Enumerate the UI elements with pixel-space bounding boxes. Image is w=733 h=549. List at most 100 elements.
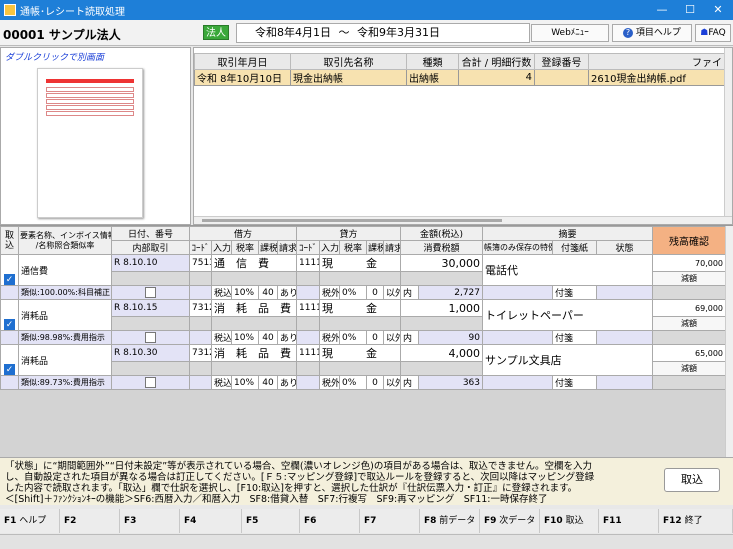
journal-row[interactable]: ✓消耗品R 8.10.157312消 耗 品 費1111現 金1,000トイレッ… xyxy=(0,299,727,331)
credit-taxcls[interactable]: 0 xyxy=(366,375,384,390)
internal-checkbox[interactable] xyxy=(111,330,190,345)
fkey-f2[interactable]: F2 xyxy=(60,509,120,533)
journal-row[interactable]: ✓消耗品R 8.10.307312消 耗 品 費1111現 金4,000サンプル… xyxy=(0,344,727,376)
fkey-f5[interactable]: F5 xyxy=(242,509,300,533)
debit-taxrate[interactable]: 10% xyxy=(231,375,259,390)
debit-input[interactable]: 税込 xyxy=(211,330,232,345)
maximize-button[interactable]: ☐ xyxy=(675,0,705,20)
credit-taxrate[interactable]: 0% xyxy=(339,285,367,300)
debit-code[interactable]: 7513 xyxy=(189,254,212,272)
credit-taxcls[interactable]: 0 xyxy=(366,330,384,345)
credit-bill[interactable]: 以外 xyxy=(383,375,401,390)
credit-input[interactable]: 税外 xyxy=(319,285,340,300)
tax-amount[interactable]: 90 xyxy=(418,330,483,345)
journal-grid[interactable]: 取込 要素名称、インボイス情報/名称照合類似率 日付、番号 借方 貸方 金額(税… xyxy=(0,225,733,457)
summary[interactable]: トイレットペーパー xyxy=(481,299,654,331)
debit-code[interactable]: 7312 xyxy=(189,299,212,317)
element-name[interactable]: 通信費 xyxy=(18,254,112,286)
journal-row-tax[interactable]: 類似:89.73%:費用指示 税込10%40あり 税外0%0以外内363 付箋 xyxy=(0,375,727,390)
debit-input[interactable]: 税込 xyxy=(211,375,232,390)
credit-taxrate[interactable]: 0% xyxy=(339,330,367,345)
document-list[interactable]: 取引年月日 取引先名称 種類 合計 / 明細行数 登録番号 ファイ 令和 8年1… xyxy=(193,47,733,225)
import-button[interactable]: 取込 xyxy=(664,468,720,492)
fkey-f8[interactable]: F8 前データ xyxy=(420,509,480,533)
debit-taxcls[interactable]: 40 xyxy=(258,285,278,300)
col-file[interactable]: ファイ xyxy=(588,53,725,70)
tag-label[interactable]: 付箋 xyxy=(552,330,597,345)
col-reg-no[interactable]: 登録番号 xyxy=(534,53,589,70)
tax-inclusive[interactable]: 内 xyxy=(400,375,419,390)
credit-input[interactable]: 税外 xyxy=(319,375,340,390)
amount[interactable]: 4,000 xyxy=(400,344,483,362)
special-rule[interactable] xyxy=(482,330,553,345)
credit-code[interactable]: 1111 xyxy=(296,344,320,362)
credit-account[interactable]: 現 金 xyxy=(319,254,401,272)
list-vertical-scrollbar[interactable] xyxy=(724,48,732,216)
credit-input[interactable]: 税外 xyxy=(319,330,340,345)
tax-amount[interactable]: 2,727 xyxy=(418,285,483,300)
credit-code[interactable]: 1111 xyxy=(296,254,320,272)
debit-input[interactable]: 税込 xyxy=(211,285,232,300)
credit-account[interactable]: 現 金 xyxy=(319,299,401,317)
col-count[interactable]: 合計 / 明細行数 xyxy=(458,53,535,70)
credit-code[interactable]: 1111 xyxy=(296,299,320,317)
amount[interactable]: 1,000 xyxy=(400,299,483,317)
debit-account[interactable]: 消 耗 品 費 xyxy=(211,299,297,317)
import-checkbox[interactable]: ✓ xyxy=(0,254,19,286)
tag-label[interactable]: 付箋 xyxy=(552,285,597,300)
fkey-f7[interactable]: F7 xyxy=(360,509,420,533)
col-kind[interactable]: 種類 xyxy=(406,53,459,70)
scroll-thumb[interactable] xyxy=(202,219,502,222)
journal-row-tax[interactable]: 類似:98.98%:費用指示 税込10%40あり 税外0%0以外内90 付箋 xyxy=(0,330,727,345)
debit-bill[interactable]: あり xyxy=(277,330,297,345)
tax-inclusive[interactable]: 内 xyxy=(400,285,419,300)
credit-taxcls[interactable]: 0 xyxy=(366,285,384,300)
help-button[interactable]: ? 項目ヘルプ xyxy=(612,24,692,42)
fkey-f6[interactable]: F6 xyxy=(300,509,360,533)
internal-checkbox[interactable] xyxy=(111,285,190,300)
fkey-f11[interactable]: F11 xyxy=(599,509,659,533)
fkey-f4[interactable]: F4 xyxy=(180,509,242,533)
debit-bill[interactable]: あり xyxy=(277,375,297,390)
close-button[interactable]: ✕ xyxy=(703,0,733,20)
entry-date[interactable]: R 8.10.15 xyxy=(111,299,190,317)
credit-bill[interactable]: 以外 xyxy=(383,285,401,300)
credit-bill[interactable]: 以外 xyxy=(383,330,401,345)
fkey-f10[interactable]: F10 取込 xyxy=(540,509,599,533)
tax-amount[interactable]: 363 xyxy=(418,375,483,390)
journal-row[interactable]: ✓通信費R 8.10.107513通 信 費1111現 金30,000電話代70… xyxy=(0,254,727,286)
debit-taxcls[interactable]: 40 xyxy=(258,375,278,390)
journal-row-tax[interactable]: 類似:100.00%:科目補正 税込10%40あり 税外0%0以外内2,727 付箋 xyxy=(0,285,727,300)
tax-inclusive[interactable]: 内 xyxy=(400,330,419,345)
reduce-button[interactable]: 減額 xyxy=(652,271,727,286)
fkey-f9[interactable]: F9 次データ xyxy=(480,509,540,533)
internal-checkbox[interactable] xyxy=(111,375,190,390)
fkey-f12[interactable]: F12 終了 xyxy=(659,509,733,533)
summary[interactable]: サンプル文具店 xyxy=(481,344,654,376)
col-partner[interactable]: 取引先名称 xyxy=(290,53,407,70)
fkey-f1[interactable]: F1 ヘルプ xyxy=(0,509,60,533)
col-date[interactable]: 取引年月日 xyxy=(194,53,291,70)
col-balance-check[interactable]: 残高確認 xyxy=(652,226,727,255)
faq-button[interactable]: ☗FAQ xyxy=(695,24,731,42)
document-preview[interactable]: ダブルクリックで別画面 xyxy=(0,47,191,225)
debit-taxrate[interactable]: 10% xyxy=(231,285,259,300)
tag-label[interactable]: 付箋 xyxy=(552,375,597,390)
element-name[interactable]: 消耗品 xyxy=(18,299,112,331)
debit-taxcls[interactable]: 40 xyxy=(258,330,278,345)
summary[interactable]: 電話代 xyxy=(481,254,654,286)
reduce-button[interactable]: 減額 xyxy=(652,316,727,331)
credit-account[interactable]: 現 金 xyxy=(319,344,401,362)
special-rule[interactable] xyxy=(482,375,553,390)
reduce-button[interactable]: 減額 xyxy=(652,361,727,376)
list-horizontal-scrollbar[interactable] xyxy=(194,216,732,224)
document-thumbnail[interactable] xyxy=(37,68,143,218)
web-menu-button[interactable]: Webﾒﾆｭｰ xyxy=(531,24,609,42)
debit-account[interactable]: 通 信 費 xyxy=(211,254,297,272)
entry-date[interactable]: R 8.10.30 xyxy=(111,344,190,362)
debit-account[interactable]: 消 耗 品 費 xyxy=(211,344,297,362)
minimize-button[interactable]: — xyxy=(647,0,677,20)
credit-taxrate[interactable]: 0% xyxy=(339,375,367,390)
list-row[interactable]: 令和 8年10月10日 現金出納帳 出納帳 4 2610現金出納帳.pdf xyxy=(194,69,725,86)
amount[interactable]: 30,000 xyxy=(400,254,483,272)
